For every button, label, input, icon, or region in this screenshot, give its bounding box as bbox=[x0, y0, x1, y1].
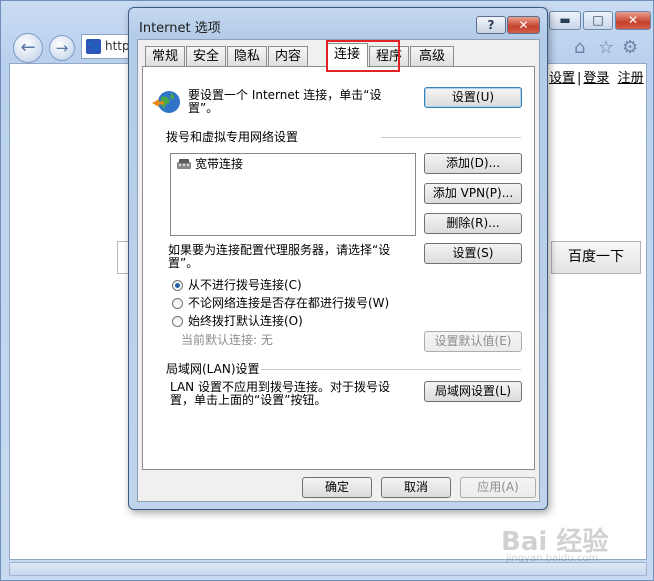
add-vpn-button[interactable]: 添加 VPN(P)... bbox=[424, 183, 522, 204]
forward-button[interactable]: → bbox=[49, 35, 75, 61]
tab-privacy[interactable]: 隐私 bbox=[227, 46, 267, 66]
link-register[interactable]: 注册 bbox=[618, 71, 644, 86]
dialog-title: Internet 选项 bbox=[139, 21, 221, 36]
dialog-close-button[interactable]: ✕ bbox=[507, 16, 540, 34]
radio-dial-when-no-network-label[interactable]: 不论网络连接是否存在都进行拨号(W) bbox=[188, 297, 389, 310]
cancel-button[interactable]: 取消 bbox=[381, 477, 451, 498]
radio-never-dial-label[interactable]: 从不进行拨号连接(C) bbox=[188, 279, 302, 292]
dialog-body: 常规 安全 隐私 内容 连接 程序 高级 要设置一个 Internet 连接，单… bbox=[137, 39, 540, 502]
back-button[interactable]: ← bbox=[13, 33, 43, 63]
connections-list[interactable]: 宽带连接 bbox=[170, 153, 416, 236]
baidu-search-button[interactable]: 百度一下 bbox=[551, 241, 641, 274]
section-divider bbox=[261, 369, 521, 370]
lan-section-heading: 局域网(LAN)设置 bbox=[166, 362, 260, 376]
setup-description-line2: 置”。 bbox=[188, 101, 219, 115]
tab-advanced[interactable]: 高级 bbox=[410, 46, 454, 66]
proxy-settings-button[interactable]: 设置(S) bbox=[424, 243, 522, 264]
dialup-connection-icon bbox=[177, 159, 191, 169]
list-item[interactable]: 宽带连接 bbox=[195, 158, 243, 171]
add-connection-button[interactable]: 添加(D)... bbox=[424, 153, 522, 174]
proxy-description-line1: 如果要为连接配置代理服务器，请选择“设 bbox=[168, 243, 391, 257]
tab-programs[interactable]: 程序 bbox=[369, 46, 409, 66]
help-button[interactable]: ? bbox=[476, 16, 506, 34]
link-settings[interactable]: 设置 bbox=[549, 71, 575, 86]
proxy-description-line2: 置”。 bbox=[168, 256, 199, 270]
favorites-star-icon[interactable]: ☆ bbox=[598, 37, 614, 58]
set-default-button[interactable]: 设置默认值(E) bbox=[424, 331, 522, 352]
apply-button[interactable]: 应用(A) bbox=[460, 477, 536, 498]
ok-button[interactable]: 确定 bbox=[302, 477, 372, 498]
connections-tab-panel: 要设置一个 Internet 连接，单击“设 置”。 设置(U) 拨号和虚拟专用… bbox=[142, 66, 535, 470]
internet-options-dialog: Internet 选项 ? ✕ 常规 安全 隐私 内容 连接 程序 高级 要设置… bbox=[128, 7, 548, 510]
gear-icon[interactable]: ⚙ bbox=[622, 37, 638, 58]
globe-connection-icon bbox=[152, 91, 180, 113]
tab-security[interactable]: 安全 bbox=[186, 46, 226, 66]
radio-dial-when-no-network[interactable] bbox=[172, 298, 183, 309]
radio-always-dial-label[interactable]: 始终拨打默认连接(O) bbox=[188, 315, 303, 328]
dialup-section-heading: 拨号和虚拟专用网络设置 bbox=[166, 130, 299, 144]
baidu-favicon-icon: 🐾 bbox=[86, 39, 101, 54]
address-bar[interactable]: 🐾 http bbox=[81, 34, 131, 59]
status-bar bbox=[9, 562, 647, 576]
tab-general[interactable]: 常规 bbox=[145, 46, 185, 66]
section-divider bbox=[381, 137, 521, 138]
window-close-button[interactable]: ✕ bbox=[615, 11, 651, 30]
header-links: 设置 | 登录 注册 bbox=[549, 71, 644, 86]
tab-content[interactable]: 内容 bbox=[268, 46, 308, 66]
lan-settings-button[interactable]: 局域网设置(L) bbox=[424, 381, 522, 402]
maximize-button[interactable]: □ bbox=[583, 11, 613, 30]
link-login[interactable]: 登录 bbox=[583, 71, 609, 86]
current-default-connection: 当前默认连接: 无 bbox=[181, 333, 273, 347]
lan-description-line2: 置，单击上面的“设置”按钮。 bbox=[170, 393, 327, 407]
minimize-button[interactable]: ▬ bbox=[549, 11, 581, 30]
home-icon[interactable]: ⌂ bbox=[574, 37, 585, 58]
radio-always-dial[interactable] bbox=[172, 316, 183, 327]
radio-never-dial[interactable] bbox=[172, 280, 183, 291]
tab-connections[interactable]: 连接 bbox=[326, 43, 368, 67]
watermark-url: jingyan.baidu.com bbox=[506, 553, 599, 564]
remove-connection-button[interactable]: 删除(R)... bbox=[424, 213, 522, 234]
setup-button[interactable]: 设置(U) bbox=[424, 87, 522, 108]
address-text: http bbox=[105, 39, 130, 53]
